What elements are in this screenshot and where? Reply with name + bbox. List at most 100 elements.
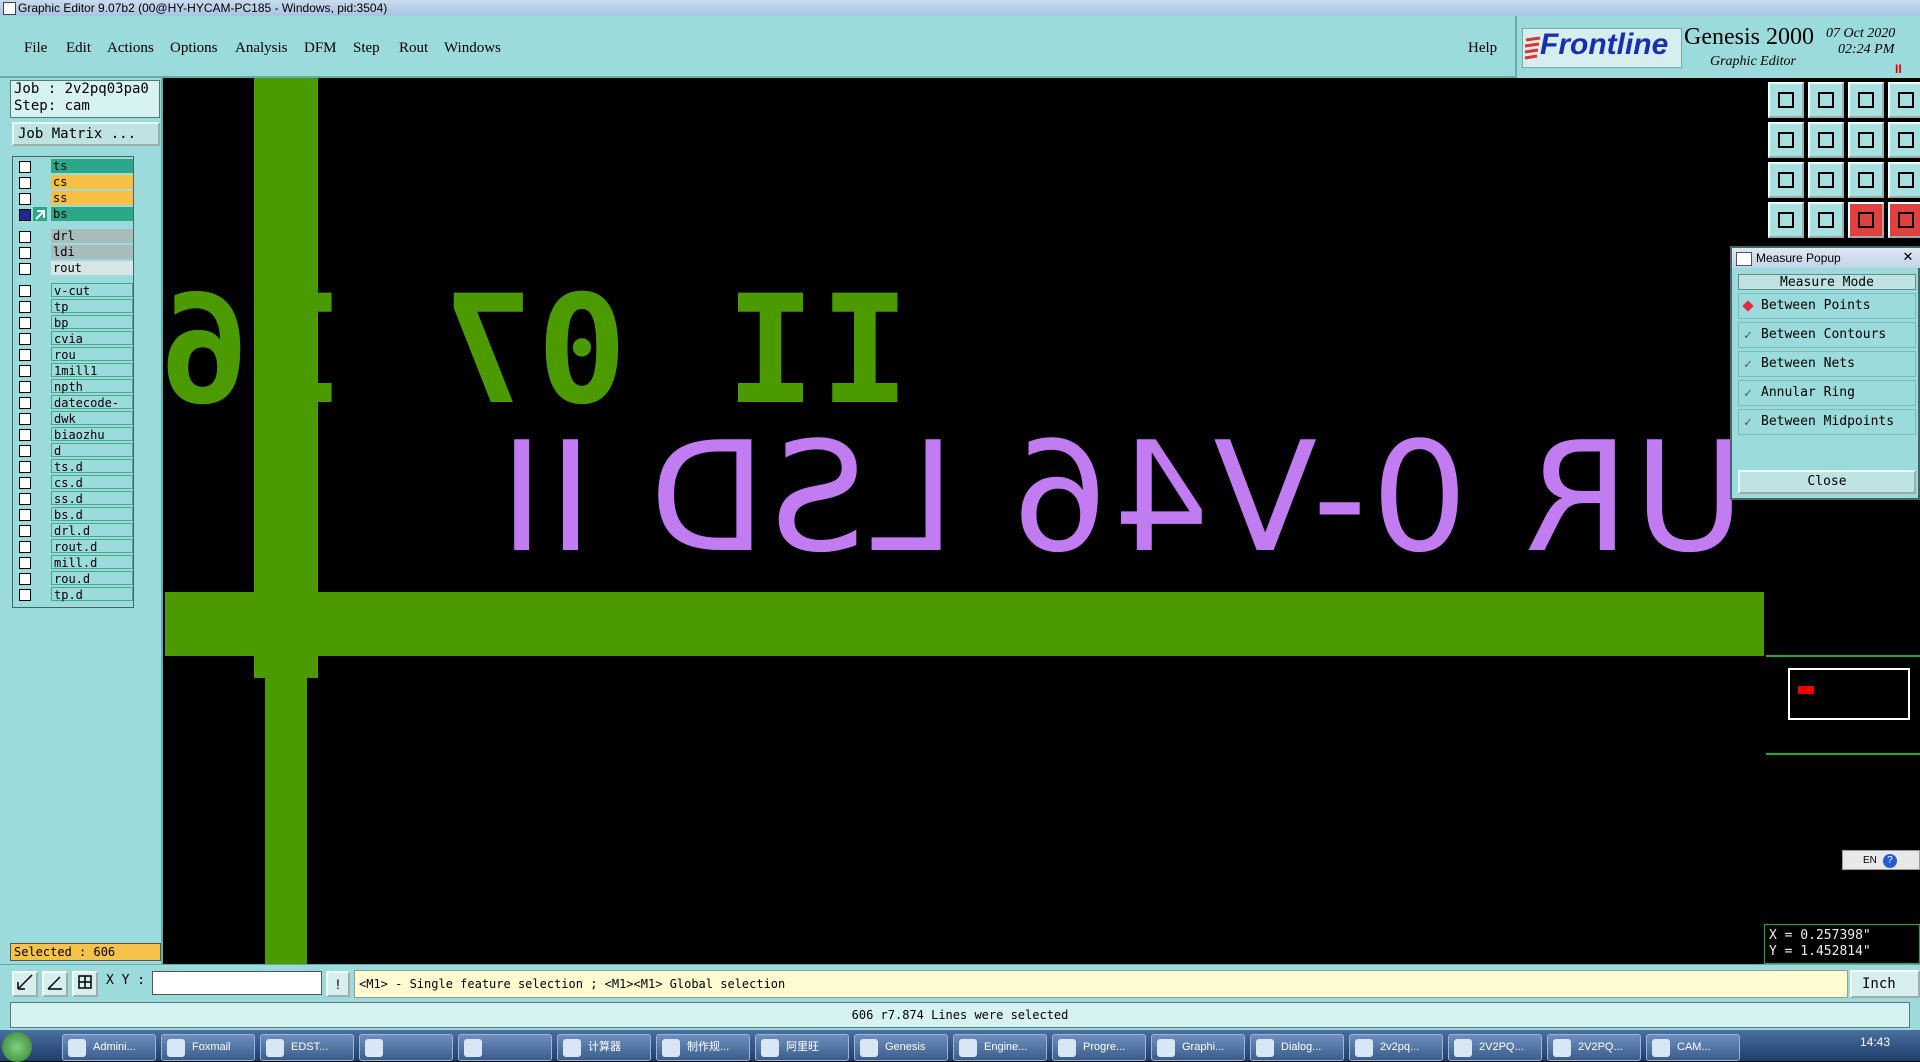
layer-row[interactable]: dwk bbox=[15, 411, 133, 426]
measure-between-nets[interactable]: ✓ Between Nets bbox=[1738, 351, 1916, 377]
layer-row[interactable]: mill.d bbox=[15, 555, 133, 570]
layer-checkbox[interactable] bbox=[19, 461, 31, 473]
taskbar-item[interactable]: 2V2PQ... bbox=[1547, 1034, 1641, 1061]
layer-checkbox[interactable] bbox=[19, 509, 31, 521]
layer-row[interactable]: cs bbox=[15, 175, 133, 189]
layer-name[interactable]: rou.d bbox=[51, 571, 133, 586]
ime-indicator[interactable]: EN? bbox=[1842, 850, 1920, 870]
taskbar-item[interactable] bbox=[359, 1034, 453, 1061]
layer-name[interactable]: v-cut bbox=[51, 283, 133, 298]
layer-checkbox[interactable] bbox=[19, 381, 31, 393]
taskbar-item[interactable]: 2v2pq... bbox=[1349, 1034, 1443, 1061]
net-icon[interactable] bbox=[1848, 202, 1884, 238]
menu-actions[interactable]: Actions bbox=[107, 40, 154, 57]
taskbar-item[interactable] bbox=[458, 1034, 552, 1061]
measure-close-button[interactable]: Close bbox=[1738, 470, 1916, 494]
layer-name[interactable]: ss bbox=[51, 191, 133, 205]
layer-name[interactable]: mill.d bbox=[51, 555, 133, 570]
layer-tool-icon[interactable] bbox=[1768, 202, 1804, 238]
unit-selector[interactable]: Inch bbox=[1850, 970, 1920, 998]
shift-right-icon[interactable] bbox=[1808, 122, 1844, 158]
layer-row[interactable]: rou.d bbox=[15, 571, 133, 586]
menu-analysis[interactable]: Analysis bbox=[235, 40, 288, 57]
angle-icon[interactable] bbox=[42, 971, 68, 997]
layer-name[interactable]: rout.d bbox=[51, 539, 133, 554]
close-icon[interactable]: ✕ bbox=[1898, 249, 1918, 265]
xy-input[interactable] bbox=[152, 971, 322, 995]
net-alt-icon[interactable] bbox=[1888, 202, 1920, 238]
layer-name[interactable]: bp bbox=[51, 315, 133, 330]
taskbar-item[interactable]: 计算器 bbox=[557, 1034, 651, 1061]
layer-checkbox[interactable] bbox=[19, 397, 31, 409]
layer-checkbox[interactable] bbox=[19, 589, 31, 601]
layer-row[interactable]: drl.d bbox=[15, 523, 133, 538]
layer-row[interactable]: d bbox=[15, 443, 133, 458]
menu-options[interactable]: Options bbox=[170, 40, 218, 57]
layer-name[interactable]: ts.d bbox=[51, 459, 133, 474]
layer-name[interactable]: bs.d bbox=[51, 507, 133, 522]
menu-rout[interactable]: Rout bbox=[399, 40, 428, 57]
menu-help[interactable]: Help bbox=[1468, 40, 1497, 57]
layer-row[interactable]: rou bbox=[15, 347, 133, 362]
layer-name[interactable]: d bbox=[51, 443, 133, 458]
layer-checkbox[interactable] bbox=[19, 573, 31, 585]
layer-checkbox[interactable] bbox=[19, 285, 31, 297]
layer-row[interactable]: npth bbox=[15, 379, 133, 394]
menu-edit[interactable]: Edit bbox=[66, 40, 91, 57]
measure-between-points[interactable]: Between Points bbox=[1738, 293, 1916, 319]
taskbar-item[interactable]: 阿里旺 bbox=[755, 1034, 849, 1061]
layer-row[interactable]: tp bbox=[15, 299, 133, 314]
layer-checkbox[interactable] bbox=[19, 445, 31, 457]
layer-checkbox[interactable] bbox=[19, 413, 31, 425]
layer-name[interactable]: datecode-ts bbox=[51, 395, 133, 424]
layer-checkbox[interactable] bbox=[19, 429, 31, 441]
layer-row[interactable]: biaozhu bbox=[15, 427, 133, 442]
layer-row[interactable]: cs.d bbox=[15, 475, 133, 490]
panel-icon[interactable] bbox=[1888, 82, 1920, 118]
layer-checkbox[interactable] bbox=[19, 349, 31, 361]
layer-checkbox[interactable] bbox=[19, 477, 31, 489]
mirror-icon[interactable] bbox=[1848, 122, 1884, 158]
taskbar-item[interactable]: Graphi... bbox=[1151, 1034, 1245, 1061]
layer-row[interactable]: ss bbox=[15, 191, 133, 205]
grid-icon[interactable] bbox=[72, 971, 98, 997]
help-icon[interactable]: ? bbox=[1882, 854, 1897, 868]
layer-name[interactable]: rout bbox=[51, 261, 133, 275]
layer-row[interactable]: v-cut bbox=[15, 283, 133, 298]
layer-checkbox[interactable] bbox=[19, 209, 31, 221]
layer-checkbox[interactable] bbox=[19, 263, 31, 275]
taskbar-item[interactable]: Engine... bbox=[953, 1034, 1047, 1061]
layer-row[interactable]: ts.d bbox=[15, 459, 133, 474]
layer-checkbox[interactable] bbox=[19, 231, 31, 243]
layer-checkbox[interactable] bbox=[19, 365, 31, 377]
layer-name[interactable]: drl bbox=[51, 229, 133, 243]
layer-name[interactable]: 1mill1 bbox=[51, 363, 133, 378]
layer-row[interactable]: ts bbox=[15, 159, 133, 173]
layer-row[interactable]: drl bbox=[15, 229, 133, 243]
menu-windows[interactable]: Windows bbox=[444, 40, 501, 57]
job-matrix-button[interactable]: Job Matrix ... bbox=[12, 122, 160, 146]
shift-left-icon[interactable] bbox=[1768, 122, 1804, 158]
pcb-canvas[interactable]: II 07 I6 UR 0-V46 LSD II bbox=[165, 78, 1764, 964]
layer-row-active[interactable]: bs bbox=[15, 207, 133, 221]
layer-checkbox[interactable] bbox=[19, 525, 31, 537]
layer-name[interactable]: ss.d bbox=[51, 491, 133, 506]
menu-file[interactable]: File bbox=[24, 40, 47, 57]
taskbar-item[interactable]: Dialog... bbox=[1250, 1034, 1344, 1061]
home-icon[interactable] bbox=[1848, 82, 1884, 118]
layer-checkbox[interactable] bbox=[19, 177, 31, 189]
layer-checkbox[interactable] bbox=[19, 301, 31, 313]
layer-name[interactable]: rou bbox=[51, 347, 133, 362]
layer-checkbox[interactable] bbox=[19, 317, 31, 329]
layer-name[interactable]: drl.d bbox=[51, 523, 133, 538]
layer-checkbox[interactable] bbox=[19, 333, 31, 345]
execute-button[interactable]: ! bbox=[326, 971, 350, 997]
measure-between-contours[interactable]: ✓ Between Contours bbox=[1738, 322, 1916, 348]
zoom-fit-icon[interactable] bbox=[1768, 162, 1804, 198]
layer-name[interactable]: tp bbox=[51, 299, 133, 314]
measure-between-midpoints[interactable]: ✓ Between Midpoints bbox=[1738, 409, 1916, 435]
layer-row[interactable]: ldi bbox=[15, 245, 133, 259]
layer-row[interactable]: bp bbox=[15, 315, 133, 330]
layer-checkbox[interactable] bbox=[19, 557, 31, 569]
layer-name[interactable]: tp.d bbox=[51, 587, 133, 602]
